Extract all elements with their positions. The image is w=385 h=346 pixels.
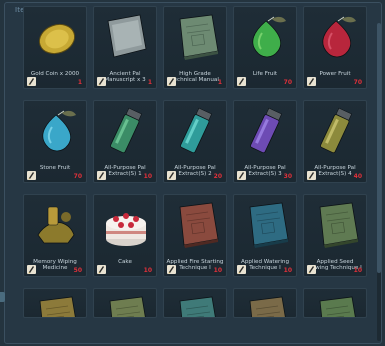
fruit-blue-icon: [28, 105, 84, 157]
item-quantity: 10: [283, 267, 292, 274]
item-slot[interactable]: Ancient Pal Manuscript x 31: [93, 6, 157, 89]
item-slot[interactable]: [93, 288, 157, 318]
book-olive-partial-icon: [98, 293, 154, 317]
item-quantity: 1: [77, 79, 82, 86]
pen-badge-icon: [307, 171, 316, 180]
vial-teal-icon: [168, 105, 224, 157]
pen-badge-icon: [97, 171, 106, 180]
item-slot[interactable]: Applied Seed Sowing Technique I 10: [303, 194, 367, 277]
pen-badge-icon: [167, 171, 176, 180]
item-slot[interactable]: All-Purpose Pal Extract(S) 4 40: [303, 100, 367, 183]
item-slot[interactable]: All-Purpose Pal Extract(S) 3 30: [233, 100, 297, 183]
pen-badge-icon: [307, 265, 316, 274]
fruit-green-icon: [238, 11, 294, 63]
pen-badge-icon: [27, 171, 36, 180]
pen-badge-icon: [237, 265, 246, 274]
pen-badge-icon: [27, 77, 36, 86]
pen-badge-icon: [237, 171, 246, 180]
book-gold-partial-icon: [28, 293, 84, 317]
item-slot[interactable]: [303, 288, 367, 318]
book-teal-partial-icon: [168, 293, 224, 317]
item-slot[interactable]: Memory Wiping Medicine 50: [23, 194, 87, 277]
medicine-icon: [28, 199, 84, 251]
item-quantity: 40: [353, 173, 362, 180]
item-slot[interactable]: Gold Coin x 2000 1: [23, 6, 87, 89]
item-quantity: 70: [73, 173, 82, 180]
pen-badge-icon: [167, 77, 176, 86]
scroll-thumb[interactable]: [377, 23, 381, 273]
item-quantity: 10: [143, 173, 152, 180]
pen-badge-icon: [97, 77, 106, 86]
item-list-panel: Item List Gold Coin x 20001 Ancient Pal …: [4, 2, 382, 344]
item-quantity: 30: [283, 173, 292, 180]
item-quantity: 1: [217, 79, 222, 86]
pen-badge-icon: [237, 77, 246, 86]
scrollbar[interactable]: [377, 23, 381, 341]
fruit-red-icon: [308, 11, 364, 63]
book-blue-icon: [238, 199, 294, 251]
vial-purple-icon: [238, 105, 294, 157]
item-slot[interactable]: [23, 288, 87, 318]
item-quantity: 70: [283, 79, 292, 86]
pen-badge-icon: [97, 265, 106, 274]
book-brown-partial-icon: [238, 293, 294, 317]
item-quantity: 1: [147, 79, 152, 86]
item-quantity: 10: [353, 267, 362, 274]
coin-icon: [28, 11, 84, 63]
item-slot[interactable]: Cake 10: [93, 194, 157, 277]
item-quantity: 50: [73, 267, 82, 274]
book-green-partial-icon: [308, 293, 364, 317]
item-slot[interactable]: Power Fruit 70: [303, 6, 367, 89]
book-red-icon: [168, 199, 224, 251]
item-quantity: 10: [143, 267, 152, 274]
side-tab[interactable]: [0, 292, 5, 302]
item-slot[interactable]: All-Purpose Pal Extract(S) 2 20: [163, 100, 227, 183]
item-slot[interactable]: High Grade Technical Manual 1: [163, 6, 227, 89]
item-quantity: 10: [213, 267, 222, 274]
pen-badge-icon: [307, 77, 316, 86]
item-slot[interactable]: Stone Fruit 70: [23, 100, 87, 183]
pen-badge-icon: [167, 265, 176, 274]
pen-badge-icon: [27, 265, 36, 274]
vial-gold-icon: [308, 105, 364, 157]
item-slot[interactable]: [233, 288, 297, 318]
item-slot[interactable]: [163, 288, 227, 318]
vial-green-icon: [98, 105, 154, 157]
item-slot[interactable]: All-Purpose Pal Extract(S) 1 10: [93, 100, 157, 183]
item-quantity: 20: [213, 173, 222, 180]
item-slot[interactable]: Life Fruit 70: [233, 6, 297, 89]
book-green-icon: [168, 11, 224, 63]
item-slot[interactable]: Applied Watering Technique I 10: [233, 194, 297, 277]
item-quantity: 70: [353, 79, 362, 86]
book-olive-icon: [308, 199, 364, 251]
cake-icon: [98, 199, 154, 251]
scroll-icon: [98, 11, 154, 63]
item-slot[interactable]: Applied Fire Starting Technique I 10: [163, 194, 227, 277]
